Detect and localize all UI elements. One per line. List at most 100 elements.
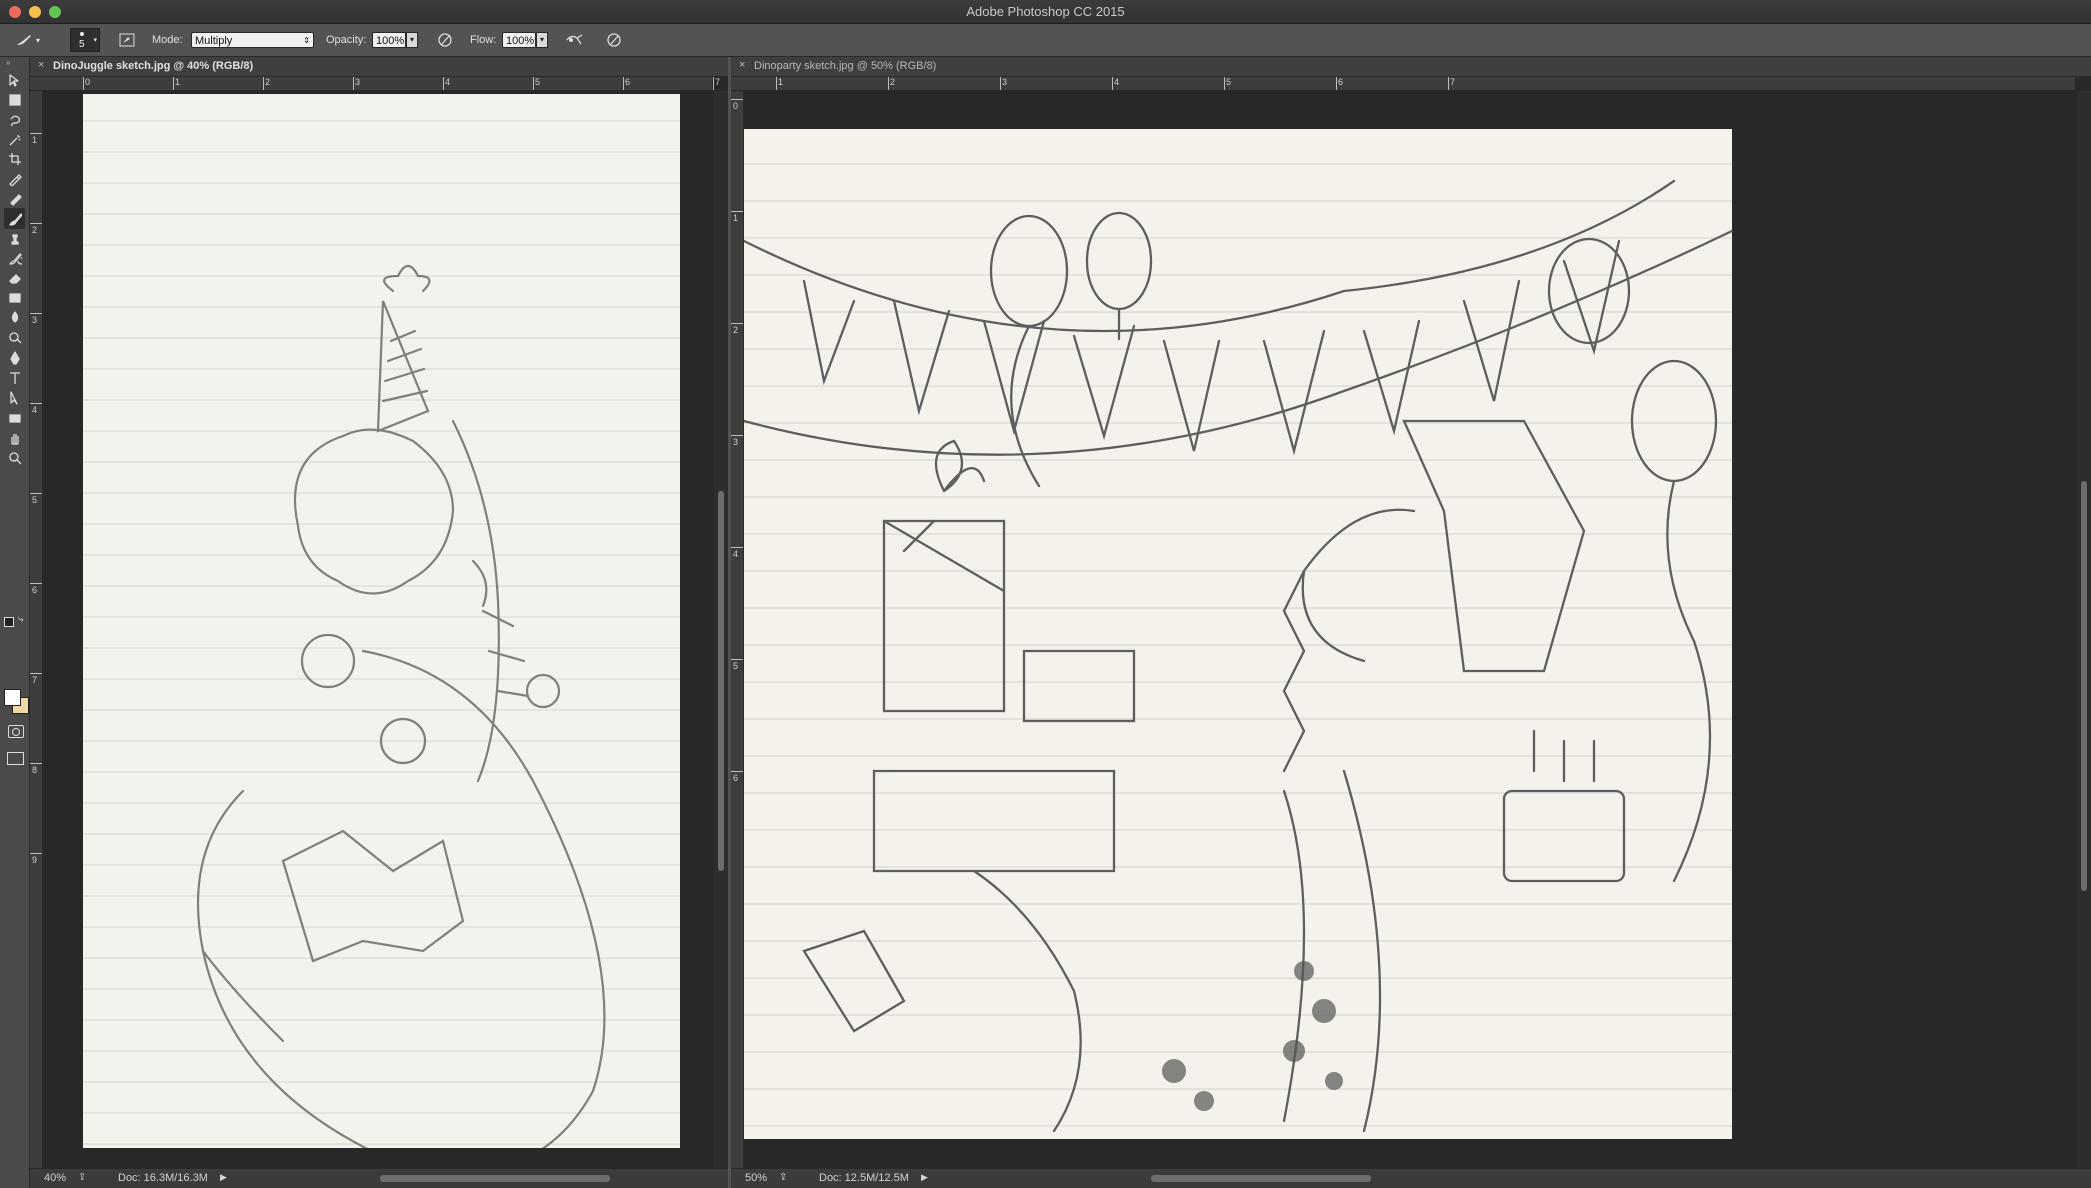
airbrush-icon[interactable] <box>565 30 585 50</box>
hand-tool-icon[interactable] <box>4 427 25 448</box>
document-window-dinojuggle: × DinoJuggle sketch.jpg @ 40% (RGB/8) 0 1… <box>30 57 728 1188</box>
document-tab-dinoparty[interactable]: × Dinoparty sketch.jpg @ 50% (RGB/8) <box>731 57 2091 77</box>
dodge-tool-icon[interactable] <box>4 326 25 347</box>
ruler-tick-label: 5 <box>1226 77 1232 87</box>
foreground-color-swatch[interactable] <box>4 689 21 706</box>
status-menu-arrow-icon[interactable]: ▶ <box>921 1172 928 1183</box>
ruler-tick-label: 3 <box>355 77 361 87</box>
gradient-tool-icon[interactable] <box>4 287 25 308</box>
path-selection-tool-icon[interactable] <box>4 387 25 408</box>
panel-collapse-icon[interactable]: » <box>6 58 10 67</box>
opacity-dropdown-button[interactable]: ▾ <box>406 32 418 48</box>
horizontal-scroll-thumb[interactable] <box>1151 1175 1371 1182</box>
brush-tip-icon <box>80 32 84 36</box>
ruler-origin[interactable] <box>731 77 743 90</box>
ruler-tick-label: 2 <box>265 77 271 87</box>
ruler-tick <box>1336 77 1337 90</box>
status-menu-arrow-icon[interactable]: ▶ <box>220 1172 227 1183</box>
ruler-tick-label: 9 <box>32 855 38 865</box>
ruler-tick <box>888 77 889 90</box>
type-tool-icon[interactable] <box>4 367 25 388</box>
status-bar: 50% ⇪ Doc: 12.5M/12.5M ▶ <box>731 1168 2091 1188</box>
ruler-tick <box>443 77 444 90</box>
sketch-image-dinoparty <box>744 129 1734 1139</box>
ruler-tick <box>30 583 42 584</box>
document-canvas[interactable] <box>43 91 712 1168</box>
doc-size: Doc: 12.5M/12.5M <box>819 1172 909 1184</box>
ruler-tick <box>30 403 42 404</box>
screen-mode-icon[interactable] <box>7 752 24 765</box>
magic-wand-tool-icon[interactable] <box>4 129 25 150</box>
horizontal-ruler[interactable]: 1 2 3 4 5 6 7 <box>743 77 2075 91</box>
vertical-ruler[interactable]: 1 2 3 4 5 6 7 8 9 <box>30 91 43 1168</box>
document-canvas[interactable] <box>744 91 2075 1168</box>
document-tab-title: Dinoparty sketch.jpg @ 50% (RGB/8) <box>754 60 937 72</box>
ruler-tick-label: 1 <box>32 135 38 145</box>
vertical-scroll-thumb[interactable] <box>718 491 724 871</box>
brush-size-dropdown-icon: ▾ <box>93 37 97 44</box>
ruler-tick <box>731 211 743 212</box>
status-bar: 40% ⇪ Doc: 16.3M/16.3M ▶ <box>30 1168 728 1188</box>
marquee-tool-icon[interactable] <box>4 89 25 110</box>
close-tab-icon[interactable]: × <box>739 59 745 71</box>
clone-stamp-tool-icon[interactable] <box>4 228 25 249</box>
mode-value: Multiply <box>195 35 233 47</box>
document-window-dinoparty: × Dinoparty sketch.jpg @ 50% (RGB/8) 1 2 3… <box>731 57 2091 1188</box>
brush-panel-toggle-icon[interactable] <box>117 30 137 50</box>
vertical-scroll-thumb[interactable] <box>2081 481 2087 891</box>
flow-dropdown-button[interactable]: ▾ <box>536 32 548 48</box>
close-tab-icon[interactable]: × <box>38 59 44 71</box>
ruler-tick <box>731 771 743 772</box>
crop-tool-icon[interactable] <box>4 148 25 169</box>
vertical-ruler[interactable]: 0 1 2 3 4 5 6 <box>731 91 744 1168</box>
eyedropper-tool-icon[interactable] <box>4 168 25 189</box>
ruler-tick-label: 6 <box>733 773 739 783</box>
ruler-tick <box>30 133 42 134</box>
default-colors-icon[interactable] <box>4 617 14 627</box>
move-tool-icon[interactable] <box>4 69 25 90</box>
horizontal-ruler[interactable]: 0 1 2 3 4 5 6 7 <box>42 77 720 91</box>
ruler-tick <box>731 547 743 548</box>
flow-input[interactable]: 100% <box>502 32 536 48</box>
horizontal-scroll-thumb[interactable] <box>380 1175 610 1182</box>
swap-colors-icon[interactable]: ⤷ <box>18 614 24 625</box>
doc-size: Doc: 16.3M/16.3M <box>118 1172 208 1184</box>
zoom-level[interactable]: 40% <box>44 1172 66 1184</box>
quick-mask-icon[interactable] <box>8 725 24 738</box>
ruler-tick-label: 7 <box>32 675 38 685</box>
rectangle-tool-icon[interactable] <box>4 407 25 428</box>
brush-size-picker[interactable]: 5 ▾ <box>70 28 100 52</box>
pen-tool-icon[interactable] <box>4 347 25 368</box>
ruler-tick <box>30 673 42 674</box>
pressure-opacity-icon[interactable] <box>435 30 455 50</box>
zoom-tool-icon[interactable] <box>4 447 25 468</box>
share-icon[interactable]: ⇪ <box>779 1172 787 1183</box>
vertical-scrollbar[interactable] <box>2077 91 2091 1168</box>
ruler-tick-label: 3 <box>1002 77 1008 87</box>
brush-size-value: 5 <box>79 39 85 50</box>
brush-preset-icon[interactable] <box>14 30 34 50</box>
vertical-scrollbar[interactable] <box>714 91 728 1168</box>
document-tab-dinojuggle[interactable]: × DinoJuggle sketch.jpg @ 40% (RGB/8) <box>30 57 728 77</box>
document-tab-title: DinoJuggle sketch.jpg @ 40% (RGB/8) <box>53 60 254 72</box>
ruler-tick <box>776 77 777 90</box>
opacity-input[interactable]: 100% <box>372 32 406 48</box>
brush-preset-dropdown-icon[interactable]: ▾ <box>36 36 40 45</box>
ruler-tick <box>30 493 42 494</box>
blur-tool-icon[interactable] <box>4 306 25 327</box>
ruler-tick-label: 4 <box>445 77 451 87</box>
history-brush-tool-icon[interactable] <box>4 247 25 268</box>
share-icon[interactable]: ⇪ <box>78 1172 86 1183</box>
healing-brush-tool-icon[interactable] <box>4 188 25 209</box>
ruler-tick-label: 5 <box>733 661 739 671</box>
ruler-tick <box>731 99 743 100</box>
brush-tool-icon[interactable] <box>4 208 25 229</box>
ruler-tick <box>353 77 354 90</box>
mode-select[interactable]: Multiply ⇕ <box>191 32 314 48</box>
ruler-origin[interactable] <box>30 77 42 90</box>
lasso-tool-icon[interactable] <box>4 109 25 130</box>
ruler-tick <box>30 223 42 224</box>
eraser-tool-icon[interactable] <box>4 267 25 288</box>
pressure-size-icon[interactable] <box>604 30 624 50</box>
zoom-level[interactable]: 50% <box>745 1172 767 1184</box>
